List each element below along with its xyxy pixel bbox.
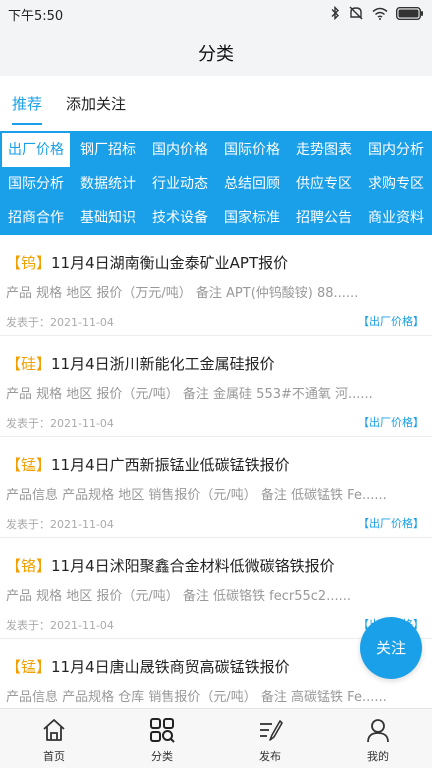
article-category-badge[interactable]: 【出厂价格】 [358,515,424,531]
nav-bar: 分类 [0,26,432,76]
article-title[interactable]: 【锰】11月4日唐山晟铁商贸高碳锰铁报价 [6,656,290,677]
article-date: 发表于：2021-11-04 [6,417,114,430]
user-icon [365,717,391,743]
category-item[interactable]: 招商合作 [0,201,72,235]
bottom-nav-label: 发布 [259,750,281,763]
article-desc: 产品信息 产品规格 仓库 销售报价（元/吨） 备注 高碳锰铁 Fe...... [6,690,387,705]
article-desc: 产品 规格 地区 报价（元/吨） 备注 金属硅 553#不通氧 河...... [6,387,373,402]
list-item[interactable]: 【硅】11月4日浙川新能化工金属硅报价 产品 规格 地区 报价（元/吨） 备注 … [0,337,432,437]
article-title-text: 11月4日浙川新能化工金属硅报价 [51,355,275,373]
bottom-nav-category[interactable]: 分类 [108,709,216,768]
wifi-icon [372,7,388,20]
bottom-nav-label: 分类 [151,750,173,763]
list-item[interactable]: 【钨】11月4日湖南衡山金泰矿业APT报价 产品 规格 地区 报价（万元/吨） … [0,236,432,336]
article-title[interactable]: 【钨】11月4日湖南衡山金泰矿业APT报价 [6,252,288,273]
article-title-text: 11月4日广西新振锰业低碳锰铁报价 [51,456,290,474]
category-item[interactable]: 国家标准 [216,201,288,235]
bluetooth-icon [330,6,340,20]
category-item[interactable]: 技术设备 [144,201,216,235]
article-date: 发表于：2021-11-04 [6,316,114,329]
article-date: 发表于：2021-11-04 [6,518,114,531]
bottom-nav-publish[interactable]: 发布 [216,709,324,768]
article-tag: 【铬】 [6,557,52,575]
category-item[interactable]: 行业动态 [144,167,216,201]
article-category-badge[interactable]: 【出厂价格】 [358,414,424,430]
follow-button[interactable]: 关注 [360,617,422,679]
list-item[interactable]: 【锰】11月4日广西新振锰业低碳锰铁报价 产品信息 产品规格 地区 销售报价（元… [0,438,432,538]
category-item[interactable]: 基础知识 [72,201,144,235]
status-icons [330,5,424,21]
bottom-nav: 首页 分类 发布 我的 [0,708,432,768]
status-bar: 下午5:50 [0,0,432,26]
category-item[interactable]: 国内价格 [144,133,216,167]
category-item[interactable]: 国际价格 [216,133,288,167]
category-item[interactable]: 国际分析 [0,167,72,201]
mute-icon [348,6,364,20]
list-item[interactable]: 【铬】11月4日沭阳聚鑫合金材料低微碳铬铁报价 产品 规格 地区 报价（元/吨）… [0,539,432,639]
article-title-text: 11月4日沭阳聚鑫合金材料低微碳铬铁报价 [51,557,335,575]
tab-underline [12,123,42,125]
category-item[interactable]: 国内分析 [360,133,432,167]
category-item[interactable]: 招聘公告 [288,201,360,235]
tab-add-follow[interactable]: 添加关注 [66,93,126,114]
article-tag: 【钨】 [6,254,52,272]
category-item[interactable]: 钢厂招标 [72,133,144,167]
category-item[interactable]: 数据统计 [72,167,144,201]
publish-icon [257,717,283,743]
battery-icon [396,6,424,20]
category-item[interactable]: 供应专区 [288,167,360,201]
category-item[interactable]: 走势图表 [288,133,360,167]
article-tag: 【硅】 [6,355,52,373]
tab-recommend[interactable]: 推荐 [12,93,42,114]
category-item[interactable]: 出厂价格 [2,133,70,167]
article-title[interactable]: 【铬】11月4日沭阳聚鑫合金材料低微碳铬铁报价 [6,555,335,576]
bottom-nav-home[interactable]: 首页 [0,709,108,768]
article-title-text: 11月4日湖南衡山金泰矿业APT报价 [51,254,289,272]
article-date: 发表于：2021-11-04 [6,619,114,632]
category-item[interactable]: 总结回顾 [216,167,288,201]
bottom-nav-label: 首页 [43,750,65,763]
article-title[interactable]: 【锰】11月4日广西新振锰业低碳锰铁报价 [6,454,290,475]
article-category-badge[interactable]: 【出厂价格】 [358,313,424,329]
page-title: 分类 [198,44,234,65]
article-title[interactable]: 【硅】11月4日浙川新能化工金属硅报价 [6,353,275,374]
bottom-nav-label: 我的 [367,750,389,763]
tab-bar: 推荐 添加关注 [0,76,432,128]
category-item[interactable]: 求购专区 [360,167,432,201]
bottom-nav-mine[interactable]: 我的 [324,709,432,768]
article-tag: 【锰】 [6,456,52,474]
category-item[interactable]: 商业资料 [360,201,432,235]
home-icon [41,717,67,743]
category-search-icon [149,717,175,743]
article-tag: 【锰】 [6,658,52,676]
article-title-text: 11月4日唐山晟铁商贸高碳锰铁报价 [51,658,290,676]
article-desc: 产品 规格 地区 报价（万元/吨） 备注 APT(仲钨酸铵) 88...... [6,286,359,301]
status-time: 下午5:50 [8,9,64,24]
article-desc: 产品 规格 地区 报价（元/吨） 备注 低碳铬铁 fecr55c2...... [6,589,351,604]
category-grid: 出厂价格 钢厂招标 国内价格 国际价格 走势图表 国内分析 国际分析 数据统计 … [0,131,432,235]
article-desc: 产品信息 产品规格 地区 销售报价（元/吨） 备注 低碳锰铁 Fe...... [6,488,387,503]
